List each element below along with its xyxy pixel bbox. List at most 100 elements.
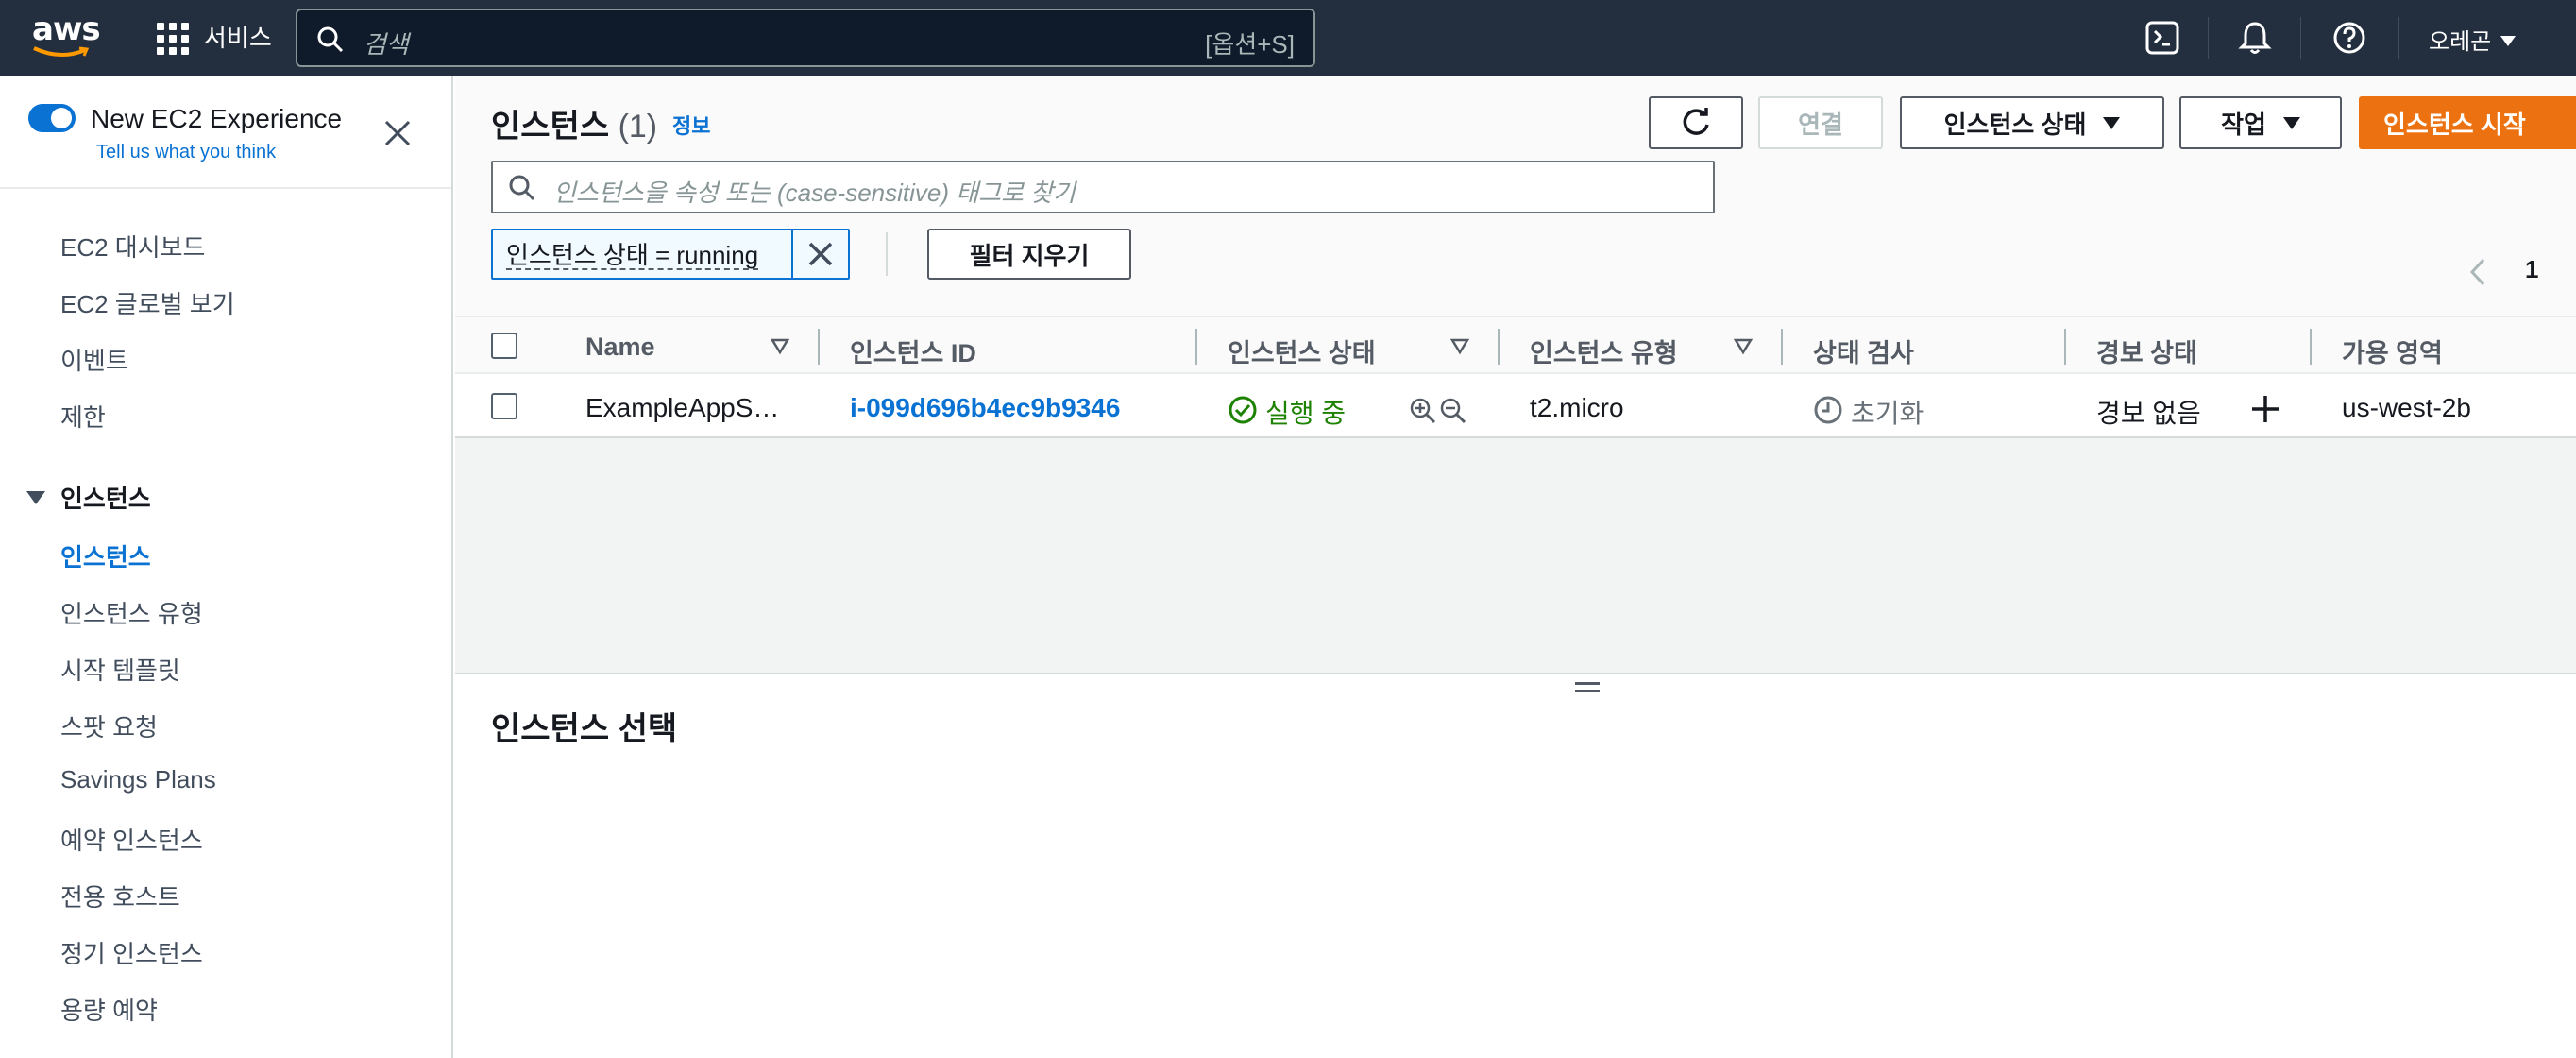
connect-button[interactable]: 연결 bbox=[1758, 96, 1883, 149]
sidebar-item-ec2-dashboard[interactable]: EC2 대시보드 bbox=[60, 229, 205, 264]
services-grid-icon[interactable] bbox=[157, 23, 189, 55]
info-link[interactable]: 정보 bbox=[672, 110, 710, 140]
sidebar-item-events[interactable]: 이벤트 bbox=[60, 342, 128, 377]
global-search-input[interactable]: 검색 [옵션+S] bbox=[296, 9, 1315, 67]
sort-icon[interactable] bbox=[1734, 338, 1753, 355]
caret-down-icon bbox=[2282, 116, 2300, 129]
sidebar-item-instance-types[interactable]: 인스턴스 유형 bbox=[60, 595, 203, 630]
row-checkbox[interactable] bbox=[491, 393, 517, 419]
column-header-name[interactable]: Name bbox=[585, 333, 655, 362]
table-row[interactable]: ExampleAppS… i-099d696b4ec9b9346 실행 중 t2… bbox=[455, 376, 2576, 438]
check-circle-icon bbox=[1229, 396, 1257, 424]
cell-name: ExampleAppS… bbox=[585, 393, 780, 422]
column-header-instance-id[interactable]: 인스턴스 ID bbox=[850, 333, 976, 369]
topbar-divider bbox=[2300, 17, 2301, 59]
column-divider[interactable] bbox=[2064, 329, 2066, 365]
new-experience-toggle[interactable] bbox=[28, 104, 76, 132]
column-divider[interactable] bbox=[1498, 329, 1500, 365]
column-divider[interactable] bbox=[2310, 329, 2312, 365]
column-divider[interactable] bbox=[1781, 329, 1783, 365]
sidebar-item-spot-requests[interactable]: 스팟 요청 bbox=[60, 708, 158, 743]
help-icon[interactable] bbox=[2330, 19, 2368, 57]
zoom-in-icon[interactable] bbox=[1409, 397, 1437, 425]
region-selector[interactable]: 오레곤 bbox=[2429, 23, 2517, 56]
topbar-divider bbox=[2208, 17, 2209, 59]
top-navigation-bar: aws 서비스 검색 [옵션+S] 오레곤 bbox=[0, 0, 2576, 76]
search-placeholder: 검색 bbox=[364, 30, 409, 59]
sort-icon[interactable] bbox=[1450, 338, 1469, 355]
feedback-link[interactable]: Tell us what you think bbox=[96, 142, 276, 163]
sidebar-section-instances[interactable]: 인스턴스 bbox=[26, 480, 151, 515]
select-all-checkbox[interactable] bbox=[491, 333, 517, 359]
sidebar-item-dedicated-hosts[interactable]: 전용 호스트 bbox=[60, 879, 180, 913]
search-icon bbox=[509, 175, 535, 201]
column-header-availability-zone[interactable]: 가용 영역 bbox=[2342, 333, 2443, 369]
cell-alarm-status: 경보 없음 bbox=[2096, 399, 2201, 428]
filter-token-label[interactable]: 인스턴스 상태 = running bbox=[506, 242, 759, 270]
detail-panel-title: 인스턴스 선택 bbox=[491, 711, 678, 747]
filter-token[interactable]: 인스턴스 상태 = running bbox=[491, 229, 850, 280]
caret-down-icon bbox=[2103, 116, 2121, 129]
refresh-icon bbox=[1683, 108, 1709, 135]
region-label: 오레곤 bbox=[2429, 29, 2492, 55]
caret-down-icon bbox=[26, 490, 45, 504]
clock-icon bbox=[1814, 396, 1842, 424]
caret-down-icon bbox=[2500, 36, 2517, 46]
add-alarm-plus-icon[interactable] bbox=[2249, 393, 2281, 425]
remove-filter-button[interactable] bbox=[791, 230, 848, 278]
column-header-status-check[interactable]: 상태 검사 bbox=[1813, 333, 1914, 369]
clear-filters-button[interactable]: 필터 지우기 bbox=[927, 229, 1131, 280]
sort-icon[interactable] bbox=[771, 338, 789, 355]
topbar-divider bbox=[2398, 17, 2399, 59]
cell-instance-type: t2.micro bbox=[1530, 393, 1624, 422]
cell-availability-zone: us-west-2b bbox=[2342, 393, 2471, 422]
cloudshell-icon[interactable] bbox=[2144, 19, 2181, 57]
column-header-instance-state[interactable]: 인스턴스 상태 bbox=[1228, 333, 1376, 369]
cell-status-check: 초기화 bbox=[1851, 399, 1924, 428]
sidebar-section-label: 인스턴스 bbox=[60, 485, 151, 513]
launch-instances-button[interactable]: 인스턴스 시작 bbox=[2359, 96, 2576, 149]
column-header-alarm-status[interactable]: 경보 상태 bbox=[2096, 333, 2197, 369]
notifications-bell-icon[interactable] bbox=[2236, 19, 2274, 57]
search-icon bbox=[317, 26, 344, 53]
aws-logo[interactable]: aws bbox=[32, 10, 101, 60]
split-panel-drag-handle[interactable] bbox=[1575, 682, 1600, 695]
experience-title: New EC2 Experience bbox=[91, 104, 343, 133]
column-divider[interactable] bbox=[1195, 329, 1197, 365]
sidebar-item-instances[interactable]: 인스턴스 bbox=[60, 538, 151, 573]
sidebar-item-capacity-reservations[interactable]: 용량 예약 bbox=[60, 992, 158, 1027]
table-empty-area bbox=[455, 438, 2576, 674]
aws-logo-text: aws bbox=[32, 10, 101, 48]
page-title-text: 인스턴스 bbox=[491, 109, 610, 145]
instance-filter-input[interactable]: 인스턴스을 속성 또는 (case-sensitive) 태그로 찾기 bbox=[491, 161, 1715, 213]
instance-state-label: 인스턴스 상태 bbox=[1943, 110, 2087, 139]
sidebar-item-scheduled-instances[interactable]: 정기 인스턴스 bbox=[60, 935, 203, 970]
chevron-left-icon[interactable] bbox=[2468, 257, 2487, 287]
table-header: Name 인스턴스 ID 인스턴스 상태 인스턴스 유형 상태 검사 경보 상태… bbox=[455, 316, 2576, 374]
close-icon bbox=[808, 242, 833, 266]
zoom-out-icon[interactable] bbox=[1439, 397, 1467, 425]
page-title: 인스턴스 (1) bbox=[491, 100, 657, 146]
sidebar-item-limits[interactable]: 제한 bbox=[60, 399, 106, 434]
filter-placeholder: 인스턴스을 속성 또는 (case-sensitive) 태그로 찾기 bbox=[553, 179, 1076, 207]
instance-count: (1) bbox=[618, 109, 658, 145]
sidebar-item-global-view[interactable]: EC2 글로벌 보기 bbox=[60, 285, 235, 320]
filter-divider bbox=[886, 232, 888, 276]
close-icon[interactable] bbox=[383, 119, 412, 147]
page-number[interactable]: 1 bbox=[2525, 255, 2538, 284]
sidebar-item-reserved-instances[interactable]: 예약 인스턴스 bbox=[60, 822, 203, 857]
sidebar-item-savings-plans[interactable]: Savings Plans bbox=[60, 765, 216, 794]
column-divider[interactable] bbox=[818, 329, 820, 365]
sidebar-divider bbox=[0, 187, 451, 189]
column-header-instance-type[interactable]: 인스턴스 유형 bbox=[1530, 333, 1678, 369]
sidebar-item-launch-templates[interactable]: 시작 템플릿 bbox=[60, 652, 180, 687]
refresh-button[interactable] bbox=[1649, 96, 1743, 149]
services-menu[interactable]: 서비스 bbox=[204, 23, 272, 53]
aws-smile-icon bbox=[33, 46, 90, 57]
cell-instance-id-link[interactable]: i-099d696b4ec9b9346 bbox=[850, 393, 1120, 423]
actions-dropdown[interactable]: 작업 bbox=[2179, 96, 2342, 149]
instances-header-panel: 인스턴스 (1) 정보 연결 인스턴스 상태 작업 인스턴스 시작 인스턴스을 … bbox=[455, 76, 2576, 316]
instance-state-dropdown[interactable]: 인스턴스 상태 bbox=[1900, 96, 2164, 149]
search-shortcut: [옵션+S] bbox=[1205, 30, 1295, 59]
cell-instance-state: 실행 중 bbox=[1265, 399, 1347, 428]
